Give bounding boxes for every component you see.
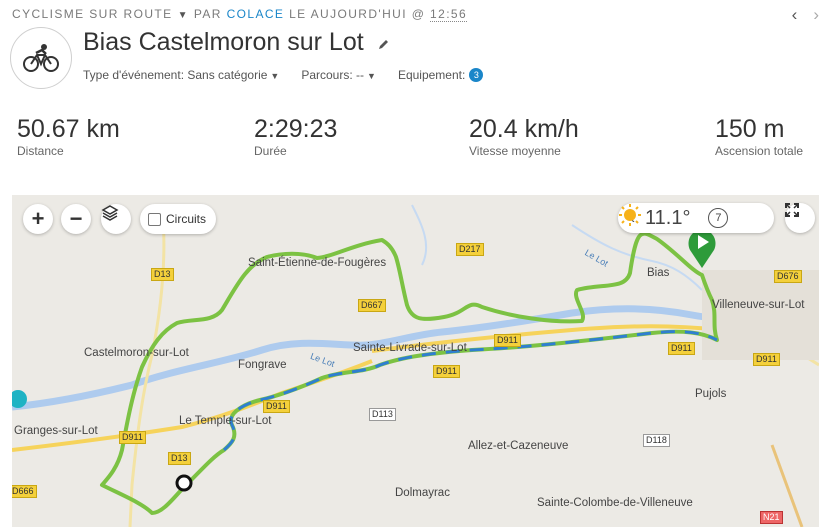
road-d13 bbox=[128, 204, 166, 527]
place-label: Le Temple-sur-Lot bbox=[179, 415, 272, 427]
road-label: D676 bbox=[774, 270, 802, 283]
date-text: LE AUJOURD'HUI @ bbox=[289, 7, 426, 21]
cycling-icon bbox=[10, 27, 72, 89]
gear-link[interactable]: Equipement: 3 bbox=[397, 68, 484, 82]
road-label: D118 bbox=[643, 434, 670, 447]
layers-button[interactable] bbox=[101, 204, 131, 234]
by-text: PAR bbox=[193, 7, 222, 21]
next-activity-icon[interactable]: › bbox=[813, 5, 819, 25]
gear-count-badge: 3 bbox=[469, 68, 484, 82]
stat-value: 50.67 km bbox=[17, 115, 120, 143]
event-type-label: Type d'événement: Sans catégorie bbox=[83, 68, 268, 82]
stat-label: Ascension totale bbox=[715, 144, 804, 158]
route-map[interactable]: Saint-Étienne-de-Fougères Castelmoron-su… bbox=[12, 195, 819, 527]
stat-value: 2:29:23 bbox=[254, 115, 338, 143]
place-label: Saint-Étienne-de-Fougères bbox=[248, 257, 387, 269]
road-label: N21 bbox=[760, 511, 783, 524]
route-track bbox=[100, 231, 719, 515]
course-dropdown[interactable]: Parcours: -- ▼ bbox=[301, 68, 376, 82]
activity-type[interactable]: CYCLISME SUR ROUTE bbox=[12, 7, 173, 21]
activity-time[interactable]: 12:56 bbox=[430, 7, 468, 22]
activity-breadcrumb: CYCLISME SUR ROUTE ▼ PAR COLACE LE AUJOURD… bbox=[12, 7, 468, 22]
caret-down-icon: ▼ bbox=[270, 71, 280, 81]
map-canvas bbox=[12, 204, 819, 527]
fullscreen-button[interactable] bbox=[785, 203, 815, 233]
road-label: D113 bbox=[369, 408, 396, 421]
stat-elevation: 150 m Ascension totale bbox=[715, 115, 803, 158]
stat-duration: 2:29:23 Durée bbox=[254, 115, 337, 158]
finish-marker[interactable] bbox=[175, 474, 193, 492]
activity-navigation: ‹ › bbox=[792, 5, 819, 25]
caret-down-icon: ▼ bbox=[367, 71, 376, 81]
place-label: Castelmoron-sur-Lot bbox=[84, 347, 189, 359]
circuits-toggle[interactable]: Circuits bbox=[140, 204, 217, 234]
zoom-out-button[interactable]: − bbox=[61, 204, 91, 234]
road-label: D911 bbox=[668, 342, 695, 355]
stat-avg-speed: 20.4 km/h Vitesse moyenne bbox=[469, 115, 579, 158]
activity-title: Bias Castelmoron sur Lot bbox=[83, 28, 390, 58]
place-label: Granges-sur-Lot bbox=[14, 425, 98, 437]
circuits-label: Circuits bbox=[166, 212, 207, 226]
previous-activity-icon[interactable]: ‹ bbox=[792, 5, 798, 25]
zoom-in-button[interactable]: + bbox=[23, 204, 53, 234]
route-track-fast bbox=[223, 330, 718, 452]
layers-icon bbox=[101, 205, 119, 221]
stat-distance: 50.67 km Distance bbox=[17, 115, 120, 158]
stat-label: Distance bbox=[17, 144, 64, 158]
place-label: Dolmayrac bbox=[395, 487, 450, 499]
road-label: D911 bbox=[433, 365, 460, 378]
gear-label: Equipement: bbox=[397, 68, 466, 82]
course-label: Parcours: -- bbox=[301, 68, 365, 82]
place-label: Allez-et-Cazeneuve bbox=[468, 440, 569, 452]
stat-label: Durée bbox=[254, 144, 287, 158]
circuits-checkbox[interactable] bbox=[148, 212, 161, 226]
expand-icon bbox=[785, 203, 799, 217]
road-label: D911 bbox=[263, 400, 290, 413]
road-label: D911 bbox=[494, 334, 521, 347]
place-label: Fongrave bbox=[238, 359, 287, 371]
stream bbox=[411, 204, 428, 266]
wind-speed: 7 bbox=[708, 208, 729, 228]
road-label: D666 bbox=[12, 485, 37, 498]
edit-pencil-icon[interactable] bbox=[377, 29, 390, 58]
road-label: D13 bbox=[151, 268, 174, 281]
caret-down-icon[interactable]: ▼ bbox=[178, 10, 189, 21]
road-label: D13 bbox=[168, 452, 191, 465]
road-label: D911 bbox=[119, 431, 146, 444]
road-label: D217 bbox=[456, 243, 484, 256]
temperature: 11.1° bbox=[645, 206, 691, 229]
place-label: Sainte-Livrade-sur-Lot bbox=[353, 342, 467, 354]
place-label: Bias bbox=[647, 267, 670, 279]
event-type-dropdown[interactable]: Type d'événement: Sans catégorie ▼ bbox=[83, 68, 279, 82]
road-label: D667 bbox=[358, 299, 386, 312]
place-label: Pujols bbox=[695, 388, 727, 400]
stat-label: Vitesse moyenne bbox=[469, 144, 561, 158]
road-label: D911 bbox=[753, 353, 780, 366]
stat-value: 20.4 km/h bbox=[469, 115, 579, 143]
title-text: Bias Castelmoron sur Lot bbox=[83, 28, 364, 56]
start-marker[interactable] bbox=[688, 230, 716, 268]
stat-value: 150 m bbox=[715, 115, 785, 143]
place-label: Villeneuve-sur-Lot bbox=[712, 299, 805, 311]
weather-widget: ‹ 11.1° 7 bbox=[618, 203, 774, 233]
urban-area bbox=[702, 270, 819, 360]
author-link[interactable]: COLACE bbox=[227, 7, 285, 21]
activity-meta: Type d'événement: Sans catégorie ▼ Parcou… bbox=[83, 68, 505, 82]
place-label: Sainte-Colombe-de-Villeneuve bbox=[537, 497, 693, 509]
